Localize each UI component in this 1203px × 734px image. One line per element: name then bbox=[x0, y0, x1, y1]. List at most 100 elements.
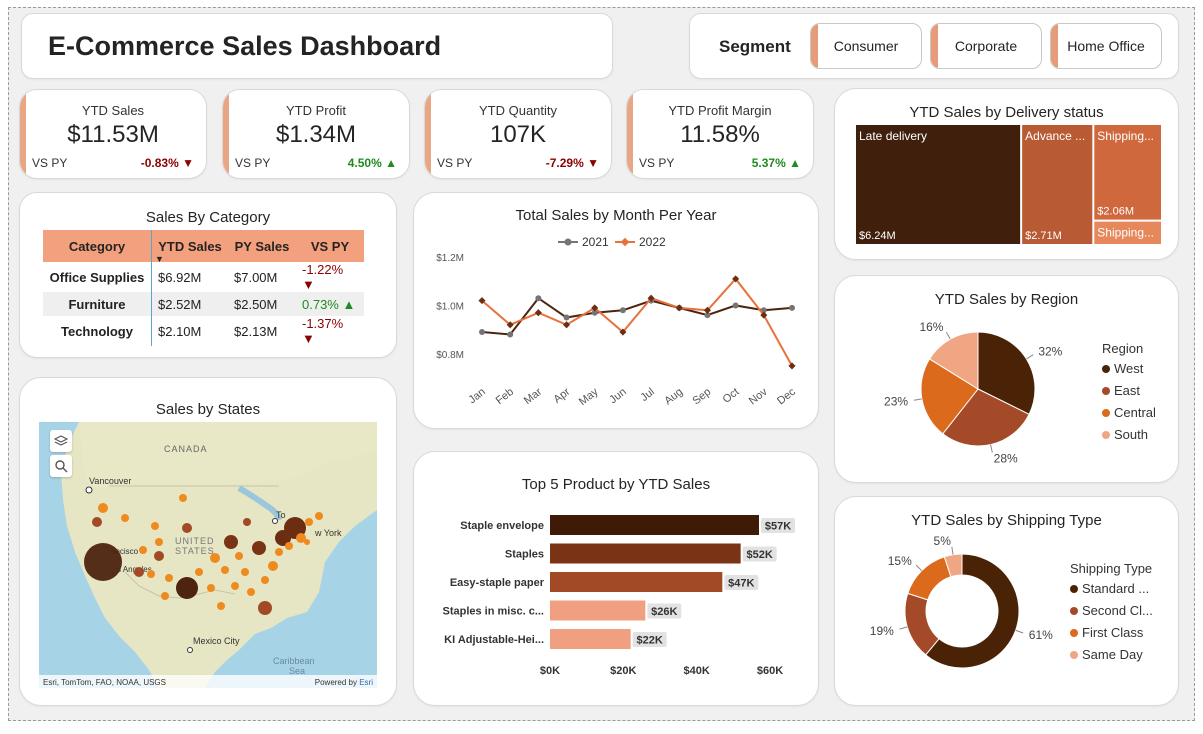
legend-marker bbox=[1070, 607, 1078, 615]
state-bubble[interactable] bbox=[241, 568, 249, 576]
data-point bbox=[732, 302, 739, 309]
state-bubble[interactable] bbox=[247, 588, 255, 596]
legend-label: 2022 bbox=[639, 235, 666, 249]
map-search-button[interactable] bbox=[50, 455, 72, 477]
category-table-card: Sales By Category Category YTD Sales ▼ P… bbox=[19, 192, 397, 358]
legend-label: South bbox=[1114, 427, 1148, 442]
bar-category-label: Staple envelope bbox=[460, 520, 544, 532]
state-bubble[interactable] bbox=[161, 592, 169, 600]
segment-home-office-button[interactable]: Home Office bbox=[1050, 23, 1162, 69]
page-title: E-Commerce Sales Dashboard bbox=[48, 31, 442, 61]
state-bubble[interactable] bbox=[275, 548, 283, 556]
state-bubble[interactable] bbox=[315, 512, 323, 520]
x-tick-label: $40K bbox=[684, 665, 710, 677]
delivery-treemap-card: YTD Sales by Delivery status Late delive… bbox=[834, 88, 1179, 260]
slice-data-label: 16% bbox=[919, 320, 943, 334]
col-header-vs-py[interactable]: VS PY bbox=[296, 230, 364, 262]
leader-line bbox=[951, 546, 954, 555]
legend-title: Shipping Type bbox=[1070, 561, 1152, 576]
state-bubble[interactable] bbox=[261, 576, 269, 584]
state-bubble[interactable] bbox=[134, 567, 144, 577]
delivery-treemap[interactable]: Late delivery $6.24M Advance ... $2.71M Ship… bbox=[835, 89, 1180, 261]
state-bubble[interactable] bbox=[154, 551, 164, 561]
treemap-tile-value: $6.24M bbox=[859, 230, 896, 242]
state-bubble[interactable] bbox=[195, 568, 203, 576]
state-bubble[interactable] bbox=[155, 538, 163, 546]
table-row[interactable]: Office Supplies $6.92M $7.00M -1.22% ▼ bbox=[43, 262, 364, 292]
slice-data-label: 23% bbox=[884, 394, 908, 408]
x-tick-label: May bbox=[577, 386, 601, 409]
table-row[interactable]: Technology $2.10M $2.13M -1.37% ▼ bbox=[43, 316, 364, 346]
cell-vs: -1.37% ▼ bbox=[302, 316, 344, 346]
state-bubble[interactable] bbox=[243, 518, 251, 526]
state-bubble[interactable] bbox=[207, 584, 215, 592]
cell-category: Office Supplies bbox=[49, 269, 145, 285]
table-row[interactable]: Furniture $2.52M $2.50M 0.73% ▲ bbox=[43, 292, 364, 316]
state-bubble[interactable] bbox=[224, 535, 238, 549]
data-point bbox=[534, 309, 542, 317]
treemap-tile-label: Late delivery bbox=[859, 129, 927, 143]
data-label: $22K bbox=[637, 635, 663, 647]
state-bubble[interactable] bbox=[176, 577, 198, 599]
y-tick-label: $1.0M bbox=[436, 301, 464, 312]
state-bubble[interactable] bbox=[182, 523, 192, 533]
map-attribution: Esri, TomTom, FAO, NOAA, USGS bbox=[43, 678, 166, 687]
slice-data-label: 61% bbox=[1029, 628, 1053, 642]
state-bubble[interactable] bbox=[285, 542, 293, 550]
state-bubble[interactable] bbox=[305, 518, 313, 526]
state-bubble[interactable] bbox=[165, 574, 173, 582]
state-bubble[interactable] bbox=[121, 514, 129, 522]
col-header-ytd-sales[interactable]: YTD Sales ▼ bbox=[151, 230, 228, 264]
data-point bbox=[479, 329, 485, 336]
region-pie-chart[interactable]: 32% 28% 23% 16% Region West East Central South bbox=[835, 276, 1180, 484]
col-header-category[interactable]: Category bbox=[43, 230, 152, 262]
state-bubble[interactable] bbox=[221, 566, 229, 574]
slice-second-cl- bbox=[904, 592, 940, 656]
x-tick-label: Jan bbox=[466, 386, 487, 406]
legend-title: Region bbox=[1102, 341, 1143, 356]
state-bubble[interactable] bbox=[98, 503, 108, 513]
state-bubble[interactable] bbox=[139, 546, 147, 554]
treemap-tile-label: Shipping... bbox=[1097, 129, 1154, 143]
slice-data-label: 32% bbox=[1038, 345, 1062, 359]
category-table: Category YTD Sales ▼ PY Sales VS PY Offi… bbox=[43, 230, 365, 346]
bar-chart[interactable]: Staple envelope $57K Staples $52K Easy-stapl… bbox=[414, 452, 820, 707]
segment-consumer-button[interactable]: Consumer bbox=[810, 23, 922, 69]
map-label-sea: Sea bbox=[289, 666, 305, 676]
legend-marker bbox=[620, 237, 630, 247]
cell-vs: 0.73% ▲ bbox=[302, 296, 356, 312]
line-chart[interactable]: $0.8M $1.0M $1.2M Jan Feb Mar Apr May Jun Jul Aug S… bbox=[414, 193, 820, 430]
layers-icon bbox=[54, 435, 68, 446]
state-bubble[interactable] bbox=[151, 522, 159, 530]
kpi-vs-label: VS PY bbox=[639, 156, 675, 170]
map-label-caribbean: Caribbean bbox=[273, 656, 315, 666]
state-bubble[interactable] bbox=[268, 561, 278, 571]
kpi-change: 5.37% ▲ bbox=[751, 156, 801, 170]
data-point bbox=[619, 307, 626, 314]
segment-corporate-button[interactable]: Corporate bbox=[930, 23, 1042, 69]
kpi-label: YTD Profit bbox=[286, 103, 346, 118]
sales-map[interactable]: Vancouver CANADA UNITED STATES To w York… bbox=[39, 422, 377, 688]
state-bubble[interactable] bbox=[252, 541, 266, 555]
state-bubble[interactable] bbox=[235, 552, 243, 560]
state-bubble[interactable] bbox=[147, 570, 155, 578]
col-header-py-sales[interactable]: PY Sales bbox=[228, 230, 296, 262]
city-marker bbox=[85, 486, 93, 494]
data-point bbox=[535, 295, 542, 302]
state-bubble[interactable] bbox=[258, 601, 272, 615]
layers-button[interactable] bbox=[50, 430, 72, 452]
state-bubble[interactable] bbox=[92, 517, 102, 527]
state-bubble[interactable] bbox=[210, 553, 220, 563]
map-label-vancouver: Vancouver bbox=[89, 476, 131, 486]
map-canvas[interactable]: Vancouver CANADA UNITED STATES To w York… bbox=[39, 422, 377, 688]
state-bubble[interactable] bbox=[217, 602, 225, 610]
map-powered-by: Powered by Esri bbox=[315, 678, 373, 687]
cell-ytd: $2.10M bbox=[151, 316, 228, 346]
bar-category-label: KI Adjustable-Hei... bbox=[444, 634, 544, 646]
map-title: Sales by States bbox=[155, 401, 261, 418]
shipping-donut-chart[interactable]: 61% 19% 15% 5% Shipping Type Standard ... Seco… bbox=[835, 497, 1180, 707]
state-bubble[interactable] bbox=[304, 539, 310, 545]
state-bubble[interactable] bbox=[179, 494, 187, 502]
state-bubble[interactable] bbox=[231, 582, 239, 590]
state-bubble[interactable] bbox=[84, 543, 122, 581]
